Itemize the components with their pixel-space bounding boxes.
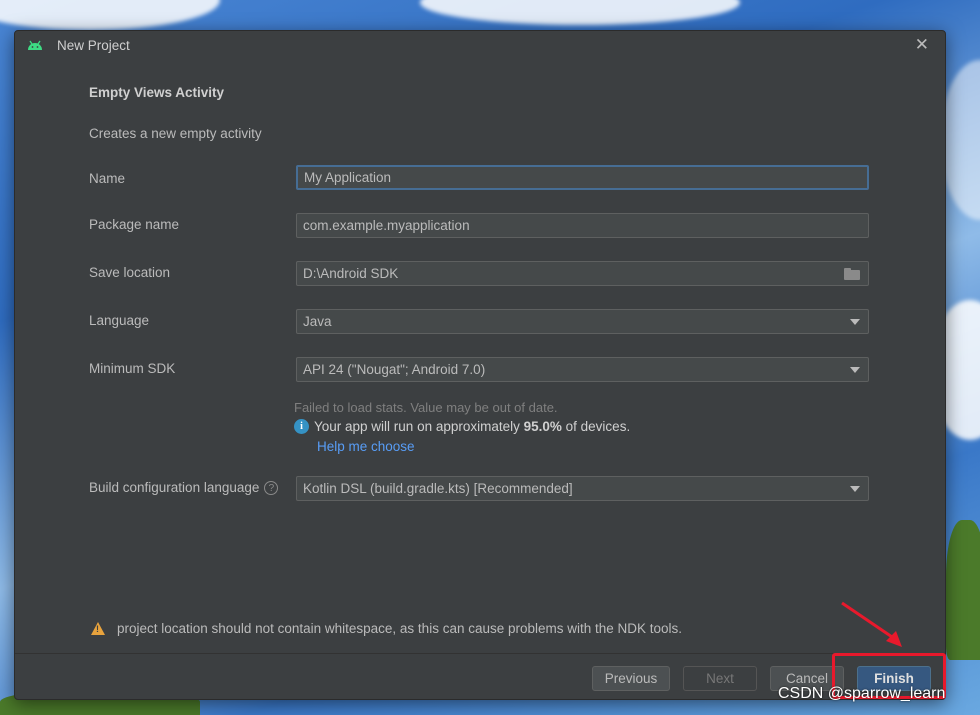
build-config-label: Build configuration language? [89, 480, 279, 496]
build-config-select[interactable]: Kotlin DSL (build.gradle.kts) [Recommend… [296, 476, 869, 501]
package-name-label: Package name [89, 217, 180, 232]
stats-info-prefix: Your app will run on approximately [314, 419, 524, 434]
warning-icon: ! [91, 622, 105, 635]
package-name-value: com.example.myapplication [303, 218, 470, 233]
save-location-value: D:\Android SDK [303, 266, 399, 281]
language-label: Language [89, 313, 150, 328]
background-cloud [0, 0, 220, 30]
template-heading: Empty Views Activity [89, 85, 225, 100]
minimum-sdk-label: Minimum SDK [89, 361, 176, 376]
save-location-input[interactable]: D:\Android SDK [296, 261, 869, 286]
language-value: Java [303, 314, 332, 329]
build-config-value: Kotlin DSL (build.gradle.kts) [Recommend… [303, 481, 573, 496]
name-input[interactable]: My Application [296, 165, 869, 190]
stats-info: i Your app will run on approximately 95.… [294, 419, 630, 434]
template-subtitle: Creates a new empty activity [89, 126, 262, 141]
name-value: My Application [304, 170, 392, 185]
minimum-sdk-value: API 24 ("Nougat"; Android 7.0) [303, 362, 486, 377]
stats-warning: Failed to load stats. Value may be out o… [294, 400, 558, 415]
chevron-down-icon [850, 366, 860, 373]
folder-icon[interactable] [844, 267, 860, 280]
language-select[interactable]: Java [296, 309, 869, 334]
help-me-choose-link[interactable]: Help me choose [317, 439, 415, 454]
background-foliage [946, 520, 980, 660]
next-button[interactable]: Next [683, 666, 757, 691]
csdn-watermark: CSDN @sparrow_learn [778, 685, 946, 702]
previous-button[interactable]: Previous [592, 666, 670, 691]
ndk-warning-text: project location should not contain whit… [117, 621, 683, 636]
save-location-label: Save location [89, 265, 171, 280]
ndk-warning: ! project location should not contain wh… [91, 621, 682, 636]
window-title: New Project [57, 37, 130, 53]
package-name-input[interactable]: com.example.myapplication [296, 213, 869, 238]
chevron-down-icon [850, 318, 860, 325]
name-label: Name [89, 171, 126, 186]
background-cloud [420, 0, 740, 25]
android-icon [28, 40, 42, 50]
minimum-sdk-select[interactable]: API 24 ("Nougat"; Android 7.0) [296, 357, 869, 382]
chevron-down-icon [850, 485, 860, 492]
build-config-label-text: Build configuration language [89, 480, 260, 495]
title-bar: New Project ✕ [15, 31, 945, 59]
stats-info-percent: 95.0% [523, 419, 562, 434]
question-icon[interactable]: ? [264, 481, 279, 496]
background-cloud [940, 60, 980, 220]
new-project-dialog: New Project ✕ Empty Views Activity Creat… [14, 30, 946, 700]
stats-info-suffix: of devices. [561, 419, 631, 434]
info-icon: i [294, 419, 309, 434]
close-icon[interactable]: ✕ [915, 35, 929, 55]
annotation-arrow [841, 601, 902, 647]
